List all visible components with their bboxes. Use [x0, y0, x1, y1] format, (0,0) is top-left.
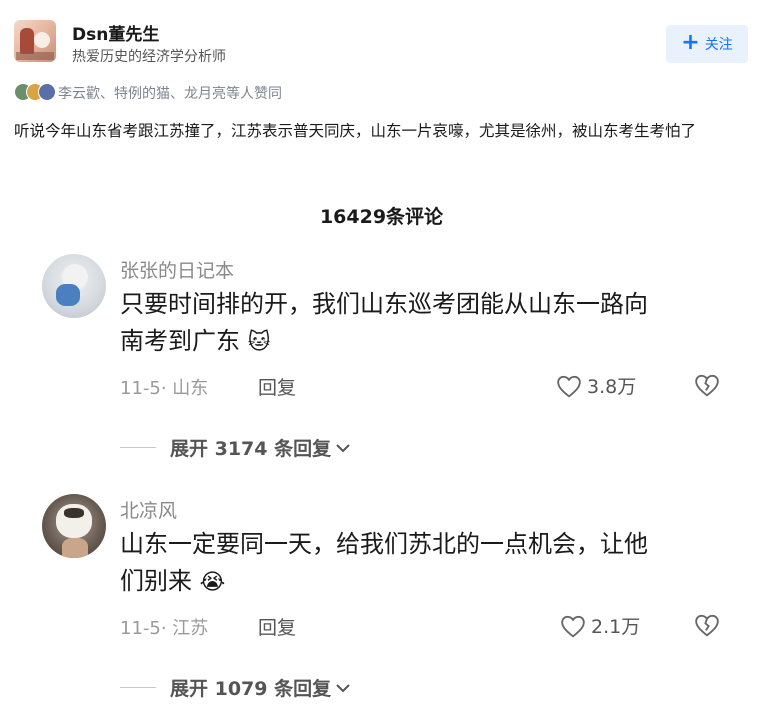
expand-replies: 展开 1079 条回复: [120, 674, 352, 701]
follow-button[interactable]: + 关注: [666, 25, 748, 63]
comment-count: 16429条评论: [319, 206, 444, 228]
broken-heart-icon: [695, 614, 719, 637]
comment-avatar[interactable]: [42, 494, 106, 558]
comment-text-line: 只要时间排的开，我们山东巡考团能从山东一路向: [120, 290, 648, 318]
chevron-down-icon: [336, 683, 350, 692]
divider: [120, 447, 156, 448]
like-count: 3.8万: [587, 376, 637, 398]
heart-icon: [557, 375, 581, 397]
dislike-button[interactable]: [694, 373, 720, 401]
comment-username[interactable]: 张张的日记本: [120, 256, 234, 283]
expand-replies-label: 展开 1079 条回复: [170, 678, 332, 700]
broken-heart-icon: [695, 374, 719, 397]
likers-avatars: [14, 83, 56, 101]
chevron-down-icon: [336, 443, 350, 452]
author-avatar[interactable]: [14, 20, 56, 62]
heart-icon: [561, 615, 585, 637]
reply-button[interactable]: 回复: [258, 613, 296, 640]
reply-button[interactable]: 回复: [258, 373, 296, 400]
comment-avatar[interactable]: [42, 254, 106, 318]
comment-date-location: 11-5· 江苏: [120, 618, 209, 639]
post-text: 听说今年山东省考跟江苏撞了，江苏表示普天同庆，山东一片哀嚎，尤其是徐州，被山东考…: [14, 122, 697, 140]
comment-text-line: 南考到广东: [120, 327, 240, 355]
crying-emoji-icon: 😭: [199, 569, 226, 595]
author-name[interactable]: Dsn董先生: [72, 20, 159, 45]
like-count: 2.1万: [591, 616, 641, 638]
comment-text-line: 们别来: [120, 567, 192, 595]
dislike-button[interactable]: [694, 613, 720, 641]
comment-username[interactable]: 北凉风: [120, 496, 177, 523]
likers-text[interactable]: 李云歡、特例的猫、龙月亮等人赞同: [58, 83, 282, 103]
expand-replies-button[interactable]: 展开 1079 条回复: [170, 674, 352, 701]
comment-text-line: 山东一定要同一天，给我们苏北的一点机会，让他: [120, 530, 648, 558]
expand-replies-label: 展开 3174 条回复: [170, 438, 332, 460]
expand-replies-button[interactable]: 展开 3174 条回复: [170, 434, 352, 461]
like-button[interactable]: 3.8万: [556, 372, 636, 399]
divider: [120, 687, 156, 688]
plus-icon: +: [681, 30, 700, 55]
expand-replies: 展开 3174 条回复: [120, 434, 352, 461]
like-button[interactable]: 2.1万: [560, 612, 640, 639]
author-bio: 热爱历史的经济学分析师: [72, 49, 226, 65]
cat-emoji-icon: 🐱: [247, 329, 271, 355]
comment-date-location: 11-5· 山东: [120, 378, 209, 399]
follow-label: 关注: [704, 37, 733, 53]
comment-text: 只要时间排的开，我们山东巡考团能从山东一路向 南考到广东 🐱: [120, 286, 720, 361]
comment-text: 山东一定要同一天，给我们苏北的一点机会，让他 们别来 😭: [120, 526, 720, 601]
